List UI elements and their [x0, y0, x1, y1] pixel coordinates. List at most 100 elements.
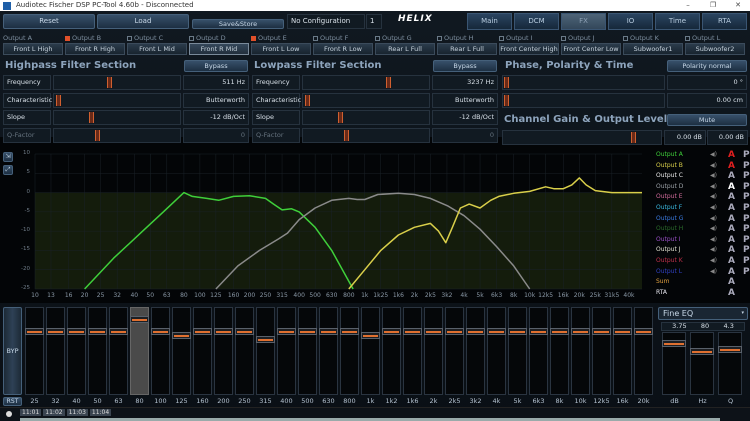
fader-handle[interactable] — [550, 328, 569, 335]
highpass-row-value[interactable]: 511 Hz — [183, 75, 249, 90]
fine-eq-q-slider[interactable] — [718, 332, 742, 395]
speaker-icon[interactable]: ◀) — [710, 214, 717, 225]
analyzer-toggle-icon[interactable]: A — [728, 182, 735, 193]
eq-fader-2k5[interactable] — [445, 307, 464, 395]
slider-handle[interactable] — [56, 94, 62, 106]
highpass-row-value[interactable]: -12 dB/Oct — [183, 110, 249, 125]
eq-fader-1k[interactable] — [361, 307, 380, 395]
lowpass-row-value[interactable]: Butterworth — [432, 92, 498, 108]
legend-item[interactable]: Output B ◀) A P — [656, 161, 750, 172]
lowpass-slider[interactable] — [302, 75, 430, 90]
fader-handle[interactable] — [466, 328, 485, 335]
phase-toggle-icon[interactable]: P — [743, 245, 750, 256]
phase-toggle-icon[interactable]: P — [743, 203, 750, 214]
output-name-button[interactable]: Front R Low — [313, 43, 373, 55]
output-toggle[interactable]: Output D — [189, 33, 249, 43]
zoom-fit-icon[interactable]: ⤢ — [3, 165, 13, 175]
fine-eq-db[interactable]: 3.75 — [672, 323, 686, 330]
highpass-slider[interactable] — [53, 127, 181, 143]
highpass-row-value[interactable]: Butterworth — [183, 92, 249, 108]
speaker-icon[interactable]: ◀) — [710, 171, 717, 182]
checkbox-icon[interactable] — [437, 35, 442, 41]
tab-dcm[interactable]: DCM — [514, 13, 559, 30]
output-toggle[interactable]: Output A — [3, 33, 63, 43]
output-name-button[interactable]: Rear L Full — [375, 43, 435, 55]
phase-toggle-icon[interactable]: P — [743, 161, 750, 172]
eq-fader-250[interactable] — [235, 307, 254, 395]
maximize-button[interactable]: ❐ — [705, 0, 721, 11]
legend-item[interactable]: Output F ◀) A P — [656, 203, 750, 214]
lowpass-slider[interactable] — [302, 127, 430, 143]
output-name-button[interactable]: Front L Low — [251, 43, 311, 55]
gain-slider[interactable] — [502, 130, 662, 145]
slider-handle[interactable] — [107, 77, 113, 88]
phase-value[interactable]: 0 ° — [667, 75, 747, 90]
fader-handle[interactable] — [529, 328, 548, 335]
timeline-slot[interactable]: 11:02 — [43, 409, 65, 416]
eq-fader-200[interactable] — [214, 307, 233, 395]
analyzer-toggle-icon[interactable]: A — [728, 224, 735, 235]
highpass-slider[interactable] — [53, 92, 181, 108]
slider-handle[interactable] — [718, 346, 742, 353]
config-number[interactable]: 1 — [366, 14, 382, 29]
fader-handle[interactable] — [46, 328, 65, 335]
phase-toggle-icon[interactable]: P — [743, 171, 750, 182]
slider-handle[interactable] — [89, 112, 95, 123]
speaker-icon[interactable]: ◀) — [710, 256, 717, 267]
phase-toggle-icon[interactable]: P — [743, 150, 750, 161]
lowpass-row-value[interactable]: -12 dB/Oct — [432, 110, 498, 125]
eq-fader-5k[interactable] — [508, 307, 527, 395]
fader-handle[interactable] — [445, 328, 464, 335]
slider-handle[interactable] — [662, 340, 686, 347]
minimize-button[interactable]: – — [680, 0, 696, 11]
speaker-icon[interactable]: ◀) — [710, 267, 717, 278]
fader-handle[interactable] — [235, 328, 254, 335]
timeline-slot[interactable]: 11:01 — [20, 409, 42, 416]
eq-fader-63[interactable] — [109, 307, 128, 395]
save-store-button[interactable]: Save&Store — [192, 19, 284, 29]
legend-item[interactable]: Output D ◀) A P — [656, 182, 750, 193]
fine-eq-hz[interactable]: 80 — [701, 323, 709, 330]
eq-bypass-button[interactable]: BYP — [3, 307, 22, 395]
eq-fader-160[interactable] — [193, 307, 212, 395]
slider-handle[interactable] — [344, 129, 350, 141]
fader-handle[interactable] — [508, 328, 527, 335]
highpass-row-value[interactable]: 0 — [183, 127, 249, 143]
eq-fader-400[interactable] — [277, 307, 296, 395]
eq-fader-40[interactable] — [67, 307, 86, 395]
delay-value[interactable]: 0.00 cm — [667, 92, 747, 108]
analyzer-toggle-icon[interactable]: A — [728, 256, 735, 267]
speaker-icon[interactable]: ◀) — [710, 203, 717, 214]
fader-handle[interactable] — [256, 336, 275, 343]
output-toggle[interactable]: Output E — [251, 33, 311, 43]
checkbox-icon[interactable] — [375, 35, 380, 41]
fader-handle[interactable] — [25, 328, 44, 335]
eq-mode-dropdown[interactable]: Fine EQ ▾ — [658, 307, 748, 320]
checkbox-icon[interactable] — [685, 35, 690, 41]
lowpass-bypass-button[interactable]: Bypass — [433, 60, 497, 72]
checkbox-icon[interactable] — [313, 35, 318, 41]
eq-fader-315[interactable] — [256, 307, 275, 395]
fader-handle[interactable] — [172, 332, 191, 339]
eq-fader-4k[interactable] — [487, 307, 506, 395]
tab-rta[interactable]: RTA — [702, 13, 747, 30]
output-toggle[interactable]: Output H — [437, 33, 497, 43]
speaker-icon[interactable]: ◀) — [710, 182, 717, 193]
tab-io[interactable]: IO — [608, 13, 653, 30]
legend-item[interactable]: Output K ◀) A P — [656, 256, 750, 267]
timeline-slot[interactable]: 11:03 — [66, 409, 88, 416]
slider-handle[interactable] — [630, 132, 636, 143]
legend-item[interactable]: Output C ◀) A P — [656, 171, 750, 182]
eq-fader-3k2[interactable] — [466, 307, 485, 395]
speaker-icon[interactable]: ◀) — [710, 224, 717, 235]
checkbox-icon[interactable] — [251, 35, 256, 41]
fader-handle[interactable] — [214, 328, 233, 335]
output-toggle[interactable]: Output F — [313, 33, 373, 43]
output-toggle[interactable]: Output C — [127, 33, 187, 43]
phase-toggle-icon[interactable]: P — [743, 182, 750, 193]
fine-eq-db-slider[interactable] — [662, 332, 686, 395]
fader-handle[interactable] — [592, 328, 611, 335]
phase-toggle-icon[interactable]: P — [743, 224, 750, 235]
speaker-icon[interactable]: ◀) — [710, 150, 717, 161]
load-button[interactable]: Load — [97, 14, 189, 29]
